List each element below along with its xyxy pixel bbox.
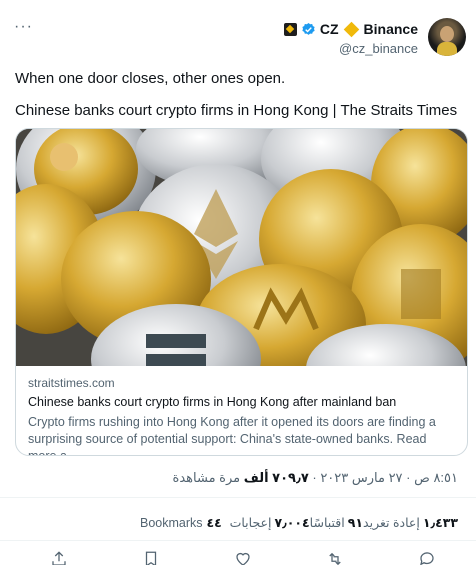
author-block[interactable]: CZ Binance @cz_binance: [283, 21, 418, 56]
bookmarks-stat[interactable]: Bookmarks ٤٤: [140, 515, 222, 530]
card-description: Crypto firms rushing into Hong Kong afte…: [28, 415, 436, 456]
quotes-stat[interactable]: ٩١اقتباسًا: [310, 515, 363, 530]
card-image-crypto-coins[interactable]: [16, 129, 467, 366]
quotes-count: ٩١: [347, 516, 364, 530]
tweet-link-headline: Chinese banks court crypto firms in Hong…: [15, 102, 458, 119]
quotes-label: اقتباسًا: [309, 516, 345, 530]
likes-count: ٧٫٠٠٤: [274, 516, 310, 530]
card-title: Chinese banks court crypto firms in Hong…: [28, 395, 397, 409]
likes-stat[interactable]: ٧٫٠٠٤إعجابات: [230, 515, 310, 530]
verified-icon: [302, 22, 315, 35]
like-icon[interactable]: [234, 550, 252, 565]
author-name: CZ: [319, 21, 339, 37]
retweet-icon[interactable]: [326, 550, 344, 565]
more-options-icon[interactable]: ···: [14, 18, 33, 36]
avatar[interactable]: [428, 18, 466, 56]
author-handle[interactable]: @cz_binance: [284, 41, 418, 56]
retweets-stat[interactable]: ١٫٤٣٣إعادة تغريد: [363, 515, 458, 530]
card-domain: straitstimes.com: [28, 376, 115, 390]
author-brand: Binance: [363, 21, 418, 37]
retweets-count: ١٫٤٣٣: [422, 516, 458, 530]
divider: [0, 540, 476, 541]
tweet-date[interactable]: ٢٧ مارس ٢٠٢٣: [320, 470, 402, 485]
tweet-time[interactable]: ٨:٥١ ص: [414, 470, 458, 485]
bookmark-icon[interactable]: [142, 550, 160, 565]
views-label: مرة مشاهدة: [172, 470, 241, 485]
retweets-label: إعادة تغريد: [363, 516, 420, 530]
reply-icon[interactable]: [418, 550, 436, 565]
views-count: ٧٠٩٫٧ ألف: [243, 470, 309, 485]
tweet-text: When one door closes, other ones open.: [15, 70, 286, 87]
share-icon[interactable]: [50, 550, 68, 565]
bookmarks-label: Bookmarks: [140, 516, 203, 530]
link-preview-card[interactable]: straitstimes.com Chinese banks court cry…: [15, 128, 468, 456]
likes-label: إعجابات: [229, 516, 272, 530]
action-bar: [50, 550, 436, 565]
author-name-line[interactable]: CZ Binance: [283, 21, 418, 37]
card-meta[interactable]: straitstimes.com Chinese banks court cry…: [16, 366, 467, 456]
binance-affiliate-icon: [283, 22, 297, 36]
bookmarks-count: ٤٤: [206, 516, 222, 530]
divider: [0, 497, 476, 498]
tweet-timestamp: ٨:٥١ ص · ٢٧ مارس ٢٠٢٣ · ٧٠٩٫٧ ألف مرة مش…: [172, 470, 458, 485]
binance-diamond-icon: [343, 21, 359, 37]
